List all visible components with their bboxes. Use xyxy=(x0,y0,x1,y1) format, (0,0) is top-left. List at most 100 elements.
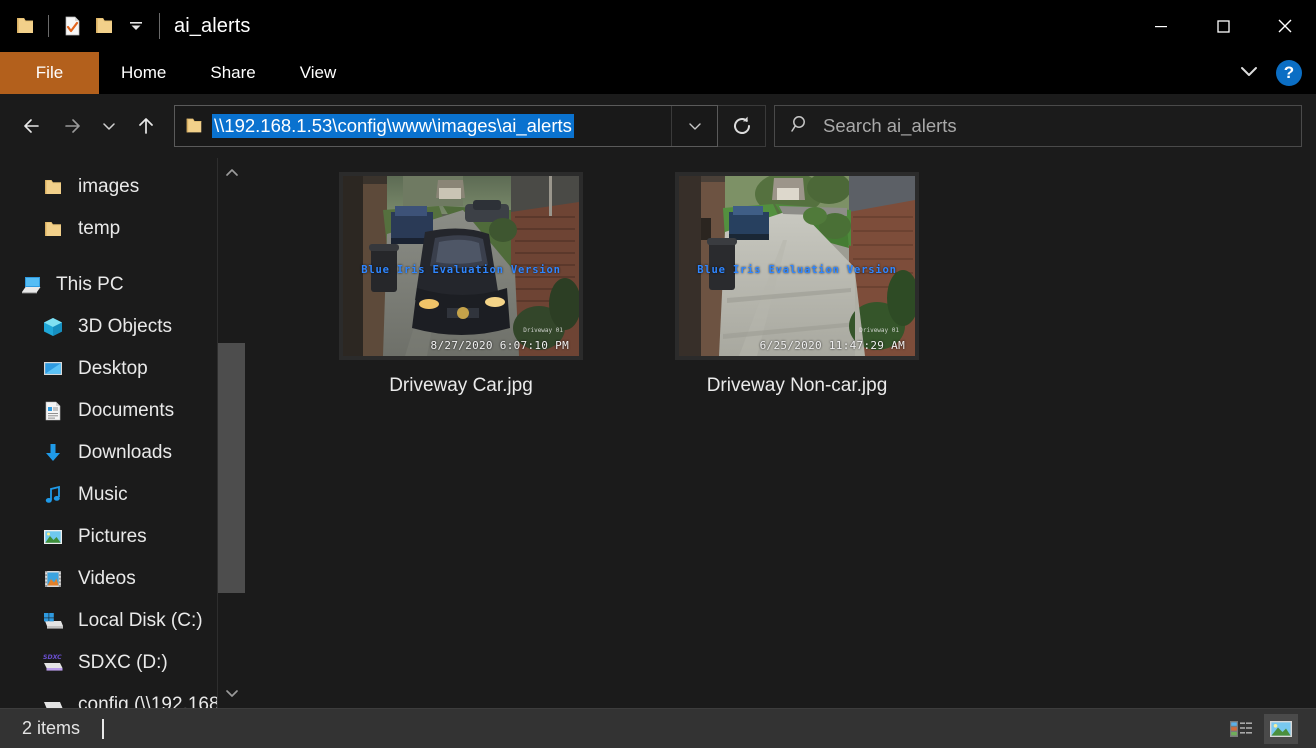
address-dropdown-icon[interactable] xyxy=(671,106,717,146)
sidebar-item-local-disk-c[interactable]: Local Disk (C:) xyxy=(0,600,245,642)
timestamp-overlay: 8/27/2020 6:07:10 PM xyxy=(430,339,569,352)
sidebar-item-label: SDXC (D:) xyxy=(78,652,168,673)
sidebar-item-label: temp xyxy=(78,218,121,239)
search-box[interactable]: Search ai_alerts xyxy=(774,105,1302,147)
details-view-button[interactable] xyxy=(1224,714,1258,744)
maximize-button[interactable] xyxy=(1192,0,1254,52)
watermark-text: Blue Iris Evaluation Version xyxy=(697,263,897,276)
search-input[interactable]: Search ai_alerts xyxy=(823,115,957,137)
sidebar-item-3d-objects[interactable]: 3D Objects xyxy=(0,306,245,348)
pictures-icon xyxy=(40,524,66,550)
sidebar-item-this-pc[interactable]: This PC xyxy=(0,264,245,306)
file-name-label: Driveway Car.jpg xyxy=(389,375,533,396)
help-icon[interactable]: ? xyxy=(1276,60,1302,86)
sidebar-item-downloads[interactable]: Downloads xyxy=(0,432,245,474)
chevron-down-icon[interactable] xyxy=(1236,58,1262,89)
ribbon-tab-bar: File Home Share View ? xyxy=(0,52,1316,94)
status-bar: 2 items xyxy=(0,708,1316,748)
thumbnail-image-driveway-non-car: Blue Iris Evaluation Version Driveway 01… xyxy=(679,176,915,356)
scrollbar-thumb[interactable] xyxy=(218,343,245,593)
tab-home[interactable]: Home xyxy=(99,52,188,94)
address-input[interactable]: \\192.168.1.53\config\www\images\ai_aler… xyxy=(212,114,574,138)
sidebar-item-label: Local Disk (C:) xyxy=(78,610,203,631)
file-item-driveway-car[interactable]: Blue Iris Evaluation Version Driveway 01… xyxy=(293,172,629,397)
thumbnail-frame: Blue Iris Evaluation Version Driveway 01… xyxy=(339,172,583,360)
watermark-text: Blue Iris Evaluation Version xyxy=(361,263,561,276)
title-bar: ai_alerts xyxy=(0,0,1316,52)
sidebar-item-label: Pictures xyxy=(78,526,147,547)
window-title: ai_alerts xyxy=(174,14,251,37)
minimize-button[interactable] xyxy=(1130,0,1192,52)
tab-share[interactable]: Share xyxy=(188,52,277,94)
file-name-label: Driveway Non-car.jpg xyxy=(706,375,888,396)
scroll-down-icon[interactable] xyxy=(218,678,245,708)
documents-icon xyxy=(40,398,66,424)
file-item-driveway-non-car[interactable]: Blue Iris Evaluation Version Driveway 01… xyxy=(629,172,965,397)
sidebar-item-label: Desktop xyxy=(78,358,148,379)
file-list-view[interactable]: Blue Iris Evaluation Version Driveway 01… xyxy=(245,158,1316,708)
sidebar-item-config-network-drive[interactable]: config (\\192.168 xyxy=(0,684,245,708)
sidebar-item-documents[interactable]: Documents xyxy=(0,390,245,432)
downloads-icon xyxy=(40,440,66,466)
tab-view[interactable]: View xyxy=(278,52,359,94)
sidebar-item-label: Music xyxy=(78,484,128,505)
3d-objects-icon xyxy=(40,314,66,340)
camera-label: Driveway 01 xyxy=(523,327,563,334)
up-button[interactable] xyxy=(126,106,166,146)
svg-text:SDXC: SDXC xyxy=(43,654,62,661)
sidebar-item-label: images xyxy=(78,176,140,197)
file-explorer-window: ai_alerts File Home Share View ? \\192.1… xyxy=(0,0,1316,748)
music-icon xyxy=(40,482,66,508)
properties-icon[interactable] xyxy=(57,11,87,41)
sidebar-item-label: Videos xyxy=(78,568,136,589)
desktop-icon xyxy=(40,356,66,382)
sidebar-item-label: Downloads xyxy=(78,442,172,463)
forward-button[interactable] xyxy=(52,106,92,146)
this-pc-icon xyxy=(18,272,44,298)
search-icon xyxy=(789,113,811,140)
app-folder-icon[interactable] xyxy=(10,11,40,41)
sidebar-item-label: Documents xyxy=(78,400,175,421)
address-bar-content[interactable]: \\192.168.1.53\config\www\images\ai_aler… xyxy=(175,106,671,146)
sidebar-item-sdxc-d[interactable]: SDXC SDXC (D:) xyxy=(0,642,245,684)
videos-icon xyxy=(40,566,66,592)
new-folder-icon[interactable] xyxy=(89,11,119,41)
ribbon-right-controls: ? xyxy=(1236,52,1316,94)
timestamp-overlay: 6/25/2020 11:47:29 AM xyxy=(759,339,905,352)
address-bar[interactable]: \\192.168.1.53\config\www\images\ai_aler… xyxy=(174,105,718,147)
explorer-body: images temp This PC 3D Objects Desktop D… xyxy=(0,158,1316,708)
sidebar-item-music[interactable]: Music xyxy=(0,474,245,516)
sidebar-item-label: config (\\192.168 xyxy=(78,694,220,708)
file-tiles: Blue Iris Evaluation Version Driveway 01… xyxy=(293,172,1316,397)
close-button[interactable] xyxy=(1254,0,1316,52)
status-separator xyxy=(102,718,105,739)
sidebar-item-label: This PC xyxy=(56,274,124,295)
sidebar-item-videos[interactable]: Videos xyxy=(0,558,245,600)
thumbnail-frame: Blue Iris Evaluation Version Driveway 01… xyxy=(675,172,919,360)
quick-access-toolbar: ai_alerts xyxy=(0,0,251,52)
folder-icon xyxy=(40,216,66,242)
scrollbar-track[interactable] xyxy=(218,188,245,678)
sidebar-item-pictures[interactable]: Pictures xyxy=(0,516,245,558)
sidebar-item-temp[interactable]: temp xyxy=(0,208,245,250)
scroll-up-icon[interactable] xyxy=(218,158,245,188)
large-icons-view-button[interactable] xyxy=(1264,713,1298,744)
sidebar-scrollbar[interactable] xyxy=(217,158,245,708)
recent-locations-button[interactable] xyxy=(92,106,126,146)
sidebar-item-images[interactable]: images xyxy=(0,166,245,208)
navigation-pane: images temp This PC 3D Objects Desktop D… xyxy=(0,158,245,708)
tab-file[interactable]: File xyxy=(0,52,99,94)
thumbnail-image-driveway-car: Blue Iris Evaluation Version Driveway 01… xyxy=(343,176,579,356)
navigation-bar: \\192.168.1.53\config\www\images\ai_aler… xyxy=(0,94,1316,158)
back-button[interactable] xyxy=(12,106,52,146)
sidebar-item-desktop[interactable]: Desktop xyxy=(0,348,245,390)
local-disk-icon xyxy=(40,608,66,634)
view-mode-buttons xyxy=(1224,713,1308,744)
window-controls xyxy=(1130,0,1316,52)
folder-icon xyxy=(40,174,66,200)
refresh-button[interactable] xyxy=(718,105,766,147)
sdxc-drive-icon: SDXC xyxy=(40,650,66,676)
network-drive-icon xyxy=(40,692,66,708)
customize-qat-icon[interactable] xyxy=(121,11,151,41)
